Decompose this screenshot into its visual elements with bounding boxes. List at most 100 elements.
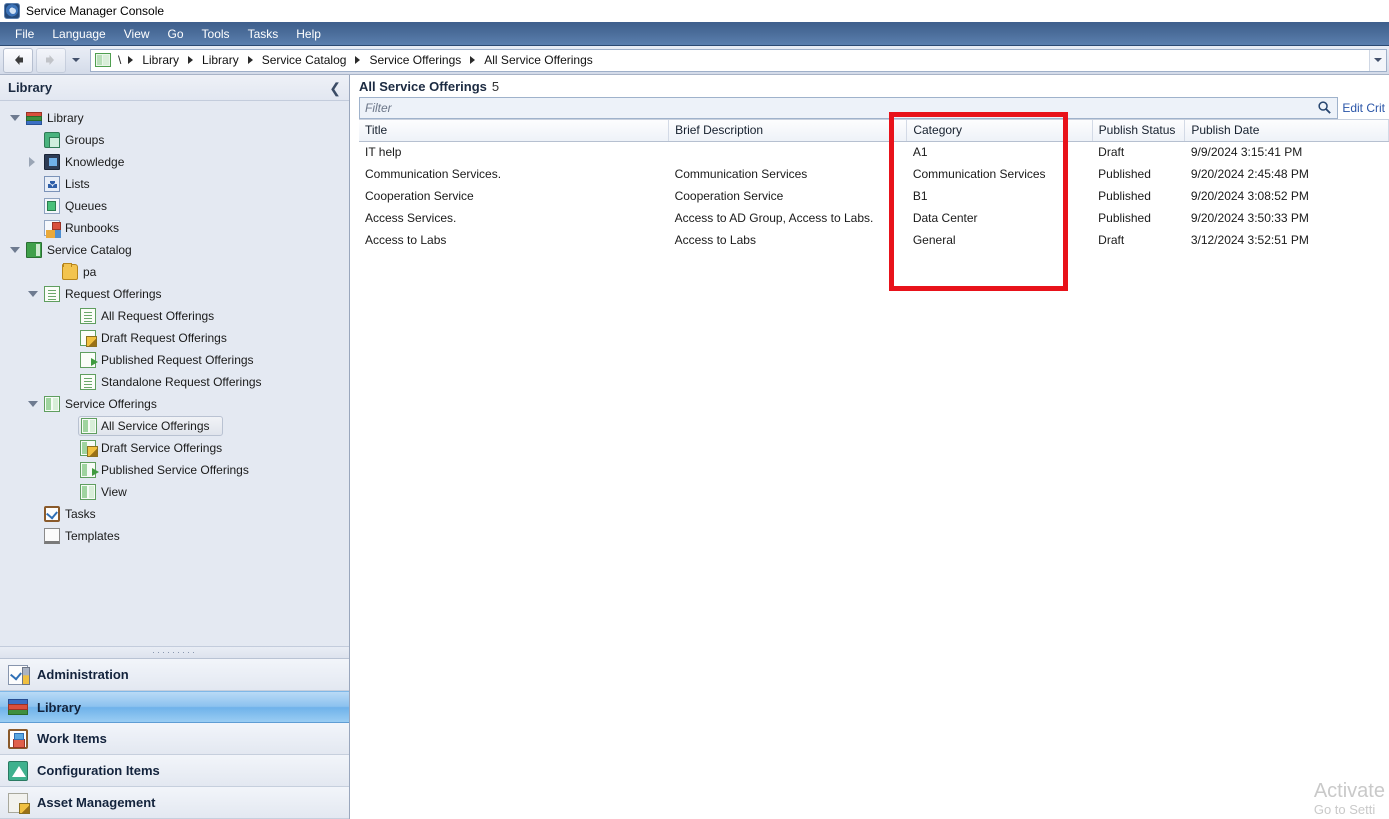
breadcrumb-item-3[interactable]: Service Offerings (365, 53, 465, 67)
cell-category: General (912, 233, 956, 247)
expand-chevron-icon[interactable] (26, 156, 38, 168)
cell-publish-status: Published (1098, 167, 1151, 181)
workspace-item-configuration-items[interactable]: Configuration Items (0, 755, 349, 787)
library-icon (8, 697, 28, 717)
breadcrumb-item-1[interactable]: Library (198, 53, 243, 67)
main-content: All Service Offerings 5 Filter Edit Crit… (351, 75, 1389, 819)
workspace-item-work-items[interactable]: Work Items (0, 723, 349, 755)
tree-item-draft-service-offerings[interactable]: Draft Service Offerings (0, 437, 349, 459)
administration-icon (8, 664, 30, 685)
table-row[interactable]: IT help A1 Draft 9/9/2024 3:15:41 PM (359, 141, 1389, 163)
tree-item-queues[interactable]: Queues (0, 195, 349, 217)
tree-item-lists[interactable]: Lists (0, 173, 349, 195)
collapse-chevron-icon[interactable] (26, 288, 38, 300)
forward-button[interactable] (36, 47, 66, 73)
menu-item-tasks[interactable]: Tasks (239, 24, 288, 44)
breadcrumb-item-2[interactable]: Service Catalog (258, 53, 351, 67)
breadcrumb-item-4[interactable]: All Service Offerings (480, 53, 597, 67)
table-row[interactable]: Access Services. Access to AD Group, Acce… (359, 207, 1389, 229)
tree-item-all-service-offerings[interactable]: All Service Offerings (0, 415, 349, 437)
breadcrumb-dropdown-button[interactable] (1369, 49, 1386, 71)
workspace-item-library[interactable]: Library (0, 691, 349, 723)
history-dropdown-button[interactable] (68, 49, 84, 71)
cell-title: Cooperation Service (365, 189, 474, 203)
column-header-brief-description[interactable]: Brief Description (668, 120, 908, 142)
collapse-chevron-icon[interactable] (8, 244, 20, 256)
tree-item-draft-request-offerings[interactable]: Draft Request Offerings (0, 327, 349, 349)
edit-criteria-link[interactable]: Edit Crit (1338, 97, 1389, 119)
tree-item-pa[interactable]: pa (0, 261, 349, 283)
tree-item-content: Draft Request Offerings (78, 329, 235, 347)
column-header-publish-status[interactable]: Publish Status (1092, 120, 1186, 142)
tree-item-published-service-offerings[interactable]: Published Service Offerings (0, 459, 349, 481)
search-input[interactable]: Filter (359, 97, 1339, 119)
breadcrumb[interactable]: \ Library Library Service Catalog Servic… (90, 48, 1387, 72)
tree-item-label: Groups (65, 133, 105, 147)
tree-item-content: pa (60, 263, 104, 281)
service-offerings-table: Title Brief Description Category Publish St… (359, 120, 1389, 251)
service-offering-draft-icon (80, 440, 98, 457)
collapse-chevron-icon[interactable] (8, 112, 20, 124)
cell-category: B1 (912, 189, 928, 203)
tree-item-published-request-offerings[interactable]: Published Request Offerings (0, 349, 349, 371)
search-icon[interactable] (1317, 100, 1332, 115)
tree-item-standalone-request-offerings[interactable]: Standalone Request Offerings (0, 371, 349, 393)
tree-item-label: pa (83, 265, 97, 279)
menu-item-language[interactable]: Language (43, 24, 114, 44)
document-icon (80, 308, 96, 324)
tasks-icon (44, 506, 60, 522)
table-row[interactable]: Access to Labs Access to Labs General Draft… (359, 229, 1389, 251)
column-header-category[interactable]: Category (906, 120, 1093, 142)
workspace-item-administration[interactable]: Administration (0, 659, 349, 691)
tree-item-knowledge[interactable]: Knowledge (0, 151, 349, 173)
menu-item-tools[interactable]: Tools (193, 24, 239, 44)
tree-item-view[interactable]: View (0, 481, 349, 503)
menu-bar: File Language View Go Tools Tasks Help (0, 22, 1389, 46)
workspace-item-label: Asset Management (37, 795, 156, 810)
tree-item-request-offerings[interactable]: Request Offerings (0, 283, 349, 305)
tree-item-label: View (101, 485, 127, 499)
tree-item-label: Templates (65, 529, 120, 543)
breadcrumb-item-0[interactable]: Library (138, 53, 183, 67)
table-row[interactable]: Communication Services. Communication Ser… (359, 163, 1389, 185)
tree-item-templates[interactable]: Templates (0, 525, 349, 547)
navigation-bar: \ Library Library Service Catalog Servic… (0, 46, 1389, 75)
back-button[interactable] (3, 47, 33, 73)
service-offering-icon (81, 418, 97, 434)
workspace-item-label: Work Items (37, 731, 107, 746)
tree-item-content: Knowledge (42, 153, 132, 171)
table-row[interactable]: Cooperation Service Cooperation Service B1… (359, 185, 1389, 207)
tree-item-library[interactable]: Library (0, 107, 349, 129)
workspace-item-asset-management[interactable]: Asset Management (0, 787, 349, 819)
cell-publish-date: 9/9/2024 3:15:41 PM (1190, 145, 1303, 160)
tree-item-label: Request Offerings (65, 287, 162, 301)
tree-item-tasks[interactable]: Tasks (0, 503, 349, 525)
cell-brief-description: Communication Services (674, 167, 808, 181)
tree-item-content: All Request Offerings (78, 307, 222, 325)
service-manager-console-window: Service Manager Console File Language View… (0, 0, 1389, 819)
pane-splitter[interactable]: ········· (0, 646, 349, 658)
tree-item-content: Templates (42, 527, 128, 545)
collapse-chevron-icon[interactable] (26, 398, 38, 410)
cell-title: Communication Services. (365, 167, 502, 181)
menu-item-view[interactable]: View (115, 24, 159, 44)
column-header-title[interactable]: Title (359, 120, 670, 142)
tree-item-runbooks[interactable]: Runbooks (0, 217, 349, 239)
tree-item-content: Library (24, 109, 92, 127)
menu-item-file[interactable]: File (6, 24, 43, 44)
menu-item-help[interactable]: Help (287, 24, 330, 44)
filter-placeholder: Filter (365, 101, 392, 115)
menu-item-go[interactable]: Go (159, 24, 193, 44)
tree-item-groups[interactable]: Groups (0, 129, 349, 151)
workspace-item-label: Configuration Items (37, 763, 160, 778)
tree-item-content: Groups (42, 131, 112, 149)
column-header-publish-date[interactable]: Publish Date (1184, 120, 1389, 142)
tree-item-all-request-offerings[interactable]: All Request Offerings (0, 305, 349, 327)
knowledge-icon (44, 154, 60, 170)
tree-item-service-catalog[interactable]: Service Catalog (0, 239, 349, 261)
tree-item-service-offerings[interactable]: Service Offerings (0, 393, 349, 415)
chevron-left-icon[interactable]: ❮ (329, 81, 341, 95)
queues-icon (44, 198, 60, 214)
